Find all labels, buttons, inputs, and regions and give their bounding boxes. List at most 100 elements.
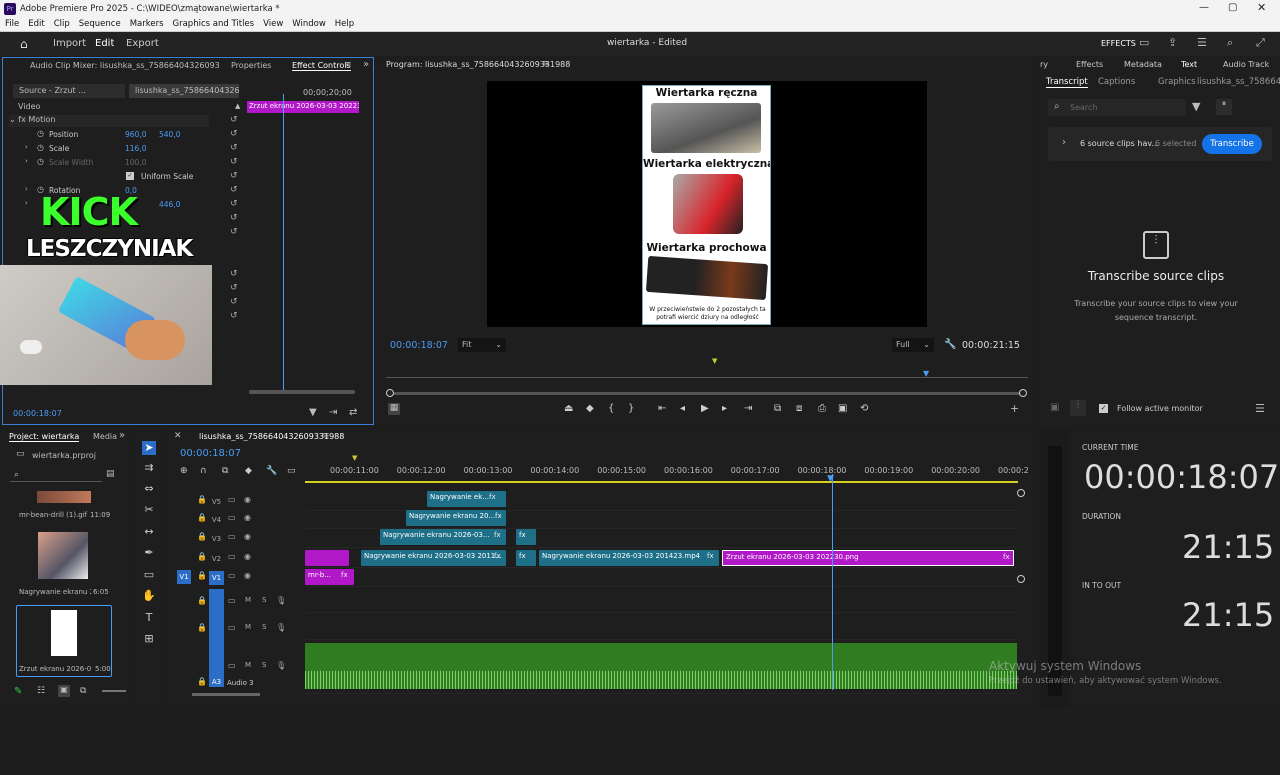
track-label[interactable]: V5 <box>209 495 224 509</box>
mute-button[interactable]: M <box>245 623 251 631</box>
expand-arrow-icon[interactable]: › <box>25 143 28 151</box>
clip-v1[interactable]: mr-b... fx <box>305 569 354 585</box>
more-icon[interactable]: ⇄ <box>349 407 357 418</box>
item-1-name[interactable]: mr-bean-drill (1).gif <box>19 511 89 519</box>
right-tab-1[interactable]: Effects <box>1076 60 1103 69</box>
menu-file[interactable]: File <box>5 19 19 29</box>
zoom-scrollbar[interactable] <box>388 392 1024 395</box>
reset-icon[interactable]: ↺ <box>230 213 238 223</box>
property-row[interactable]: › ◷ Scale 116,0 <box>23 143 223 155</box>
reset-icon[interactable]: ↺ <box>230 171 238 181</box>
source-patch-v1[interactable]: V1 <box>177 570 191 584</box>
fit-dropdown[interactable]: Fit ⌄ <box>458 338 506 352</box>
caption-tool-icon[interactable]: ⊞ <box>142 632 156 646</box>
lock-icon[interactable]: 🔒 <box>197 513 207 522</box>
sync-icon[interactable]: ▭ <box>228 552 236 561</box>
split-icon[interactable]: ⏸ <box>1216 99 1232 115</box>
ripple-edit-icon[interactable]: ⇔ <box>142 482 156 496</box>
in-point-icon[interactable]: { <box>608 403 614 414</box>
property-value-1[interactable]: 960,0 <box>125 130 146 139</box>
lock-icon[interactable]: 🔒 <box>197 552 207 561</box>
uniform-scale-checkbox[interactable]: ✓ <box>126 172 134 180</box>
settings-icon[interactable]: ☰ <box>1255 402 1265 415</box>
reset-icon[interactable]: ↺ <box>230 269 238 279</box>
menu-clip[interactable]: Clip <box>54 19 70 29</box>
property-row[interactable]: ◷ Position 960,0 540,0 <box>23 129 223 141</box>
reset-icon[interactable]: ↺ <box>230 199 238 209</box>
mic-icon[interactable]: 🎙 <box>276 596 286 605</box>
lock-icon[interactable]: 🔒 <box>197 596 207 605</box>
timeline-scrollbar[interactable] <box>192 693 260 696</box>
eye-icon[interactable]: ◉ <box>244 532 251 541</box>
sync-icon[interactable]: ▭ <box>228 532 236 541</box>
tab-properties[interactable]: Properties <box>231 61 271 70</box>
source-clips-row[interactable]: › 6 source clips hav... 6 selected Trans… <box>1048 127 1272 161</box>
timeline-playhead[interactable] <box>832 474 833 690</box>
settings-icon[interactable]: 🔧 <box>266 466 277 476</box>
clip-v3[interactable]: Nagrywanie ekranu 2026-03... fx <box>380 529 506 545</box>
reset-icon[interactable]: ↺ <box>230 311 238 321</box>
camera-icon[interactable]: ⎙ <box>818 403 826 414</box>
add-marker-icon[interactable]: ◆ <box>245 466 252 476</box>
close-icon[interactable]: ✕ <box>174 431 182 441</box>
menu-markers[interactable]: Markers <box>130 19 164 29</box>
sync-icon[interactable]: ▭ <box>228 513 236 522</box>
overwrite-icon[interactable]: ⧈ <box>796 403 802 414</box>
minimize-button[interactable]: — <box>1199 2 1209 13</box>
program-menu-icon[interactable]: ≡ <box>542 59 550 69</box>
track-label[interactable]: A3 <box>209 589 224 687</box>
freeform-view-icon[interactable]: ⧉ <box>80 686 86 696</box>
zoom-handle-right[interactable] <box>1019 389 1027 397</box>
new-bin-icon[interactable]: ▤ <box>106 469 115 479</box>
stopwatch-icon[interactable]: ◷ <box>37 157 44 166</box>
fullscreen-icon[interactable]: ⤢ <box>1256 36 1265 50</box>
timeline-timecode[interactable]: 00:00:18:07 <box>180 448 241 459</box>
nest-icon[interactable]: ⊕ <box>180 466 188 476</box>
expand-arrow-icon[interactable]: › <box>25 157 28 165</box>
mic-icon[interactable]: 🎙 <box>276 623 286 632</box>
insert-icon[interactable]: ⧉ <box>774 403 781 414</box>
track-label[interactable]: V2 <box>209 552 224 566</box>
lock-icon[interactable]: 🔒 <box>197 677 207 686</box>
razor-icon[interactable]: ✂ <box>142 503 156 517</box>
mute-button[interactable]: M <box>245 596 251 604</box>
vertical-scroll-bottom[interactable] <box>1017 575 1025 583</box>
compare-icon[interactable]: ▣ <box>838 403 847 414</box>
tab-effect-controls[interactable]: Effect Controls <box>292 61 351 71</box>
quality-dropdown[interactable]: Full ⌄ <box>892 338 934 352</box>
right-subtab-1[interactable]: Captions <box>1098 77 1135 87</box>
property-value-2[interactable]: 540,0 <box>159 130 180 139</box>
eye-icon[interactable]: ◉ <box>244 495 251 504</box>
right-tab-4[interactable]: Audio Track <box>1223 60 1269 69</box>
track-label[interactable]: V4 <box>209 513 224 527</box>
sync-icon[interactable]: ▭ <box>228 571 236 580</box>
property-value-1[interactable]: 100,0 <box>125 158 146 167</box>
out-point-icon[interactable]: } <box>628 403 634 414</box>
clip-v4[interactable]: Nagrywanie ekranu 20... fx <box>406 510 506 526</box>
captions-icon[interactable]: ▭ <box>287 466 296 476</box>
pencil-icon[interactable]: ✎ <box>14 686 22 697</box>
filter-icon[interactable]: ▼ <box>309 407 317 418</box>
item-3-name[interactable]: Zrzut ekranu 2026-03... <box>19 665 91 673</box>
step-back-icon[interactable]: ◂ <box>680 403 685 414</box>
sync-icon[interactable]: ▭ <box>228 596 236 605</box>
panel-menu-icon[interactable]: ≡ <box>344 60 352 70</box>
close-button[interactable]: ✕ <box>1257 1 1266 14</box>
menu-help[interactable]: Help <box>335 19 354 29</box>
lift-icon[interactable]: ⏏ <box>564 403 573 414</box>
thumb-2[interactable] <box>38 532 88 579</box>
pen-tool-icon[interactable]: ✒ <box>142 546 156 560</box>
grid-settings-icon[interactable]: ▦ <box>388 403 400 415</box>
zoom-slider[interactable] <box>102 690 126 692</box>
solo-button[interactable]: S <box>262 623 266 631</box>
rectangle-tool-icon[interactable]: ▭ <box>142 568 156 582</box>
reset-icon[interactable]: ↺ <box>230 143 238 153</box>
mic-icon[interactable]: 🎙 <box>276 661 286 670</box>
search-icon[interactable]: ⌕ <box>1227 36 1233 50</box>
slip-icon[interactable]: ↔ <box>142 525 156 539</box>
track-select-icon[interactable]: ⇉ <box>142 461 156 475</box>
play-icon[interactable]: ▶ <box>701 403 709 414</box>
list-view-icon[interactable]: ☷ <box>37 686 45 696</box>
tab-media[interactable]: Media <box>93 432 117 441</box>
eye-icon[interactable]: ◉ <box>244 552 251 561</box>
